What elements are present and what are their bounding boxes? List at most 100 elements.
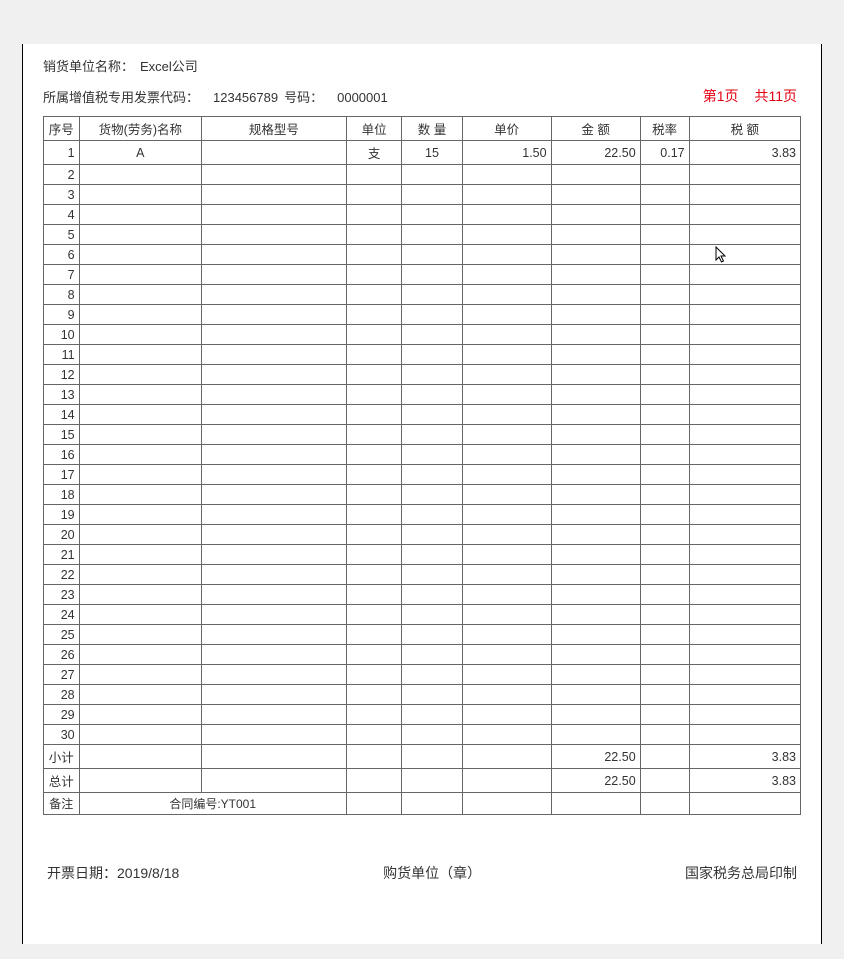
cell-name — [79, 485, 201, 505]
cell-price — [462, 305, 551, 325]
cell-amount — [551, 365, 640, 385]
cell-seq: 2 — [44, 165, 80, 185]
table-row: 14 — [44, 405, 801, 425]
cell-unit — [346, 665, 402, 685]
issuer: 国家税务总局印制 — [685, 863, 797, 883]
cell-unit — [346, 465, 402, 485]
cell-qty — [402, 685, 462, 705]
cell-unit — [346, 585, 402, 605]
cell-qty — [402, 585, 462, 605]
table-row: 3 — [44, 185, 801, 205]
cell-unit — [346, 685, 402, 705]
cell-rate — [640, 405, 689, 425]
table-row: 12 — [44, 365, 801, 385]
cell-rate — [640, 705, 689, 725]
cell-rate — [640, 645, 689, 665]
table-row: 23 — [44, 585, 801, 605]
cell-spec — [202, 405, 347, 425]
cell-tax — [689, 605, 800, 625]
cell-price — [462, 725, 551, 745]
cell-tax — [689, 305, 800, 325]
cell-rate — [640, 485, 689, 505]
cell-unit — [346, 645, 402, 665]
cell-rate — [640, 325, 689, 345]
cell-seq: 19 — [44, 505, 80, 525]
cell-rate — [640, 225, 689, 245]
cell-tax — [689, 185, 800, 205]
table-row: 21 — [44, 545, 801, 565]
date-label: 开票日期： — [47, 865, 117, 881]
table-row: 28 — [44, 685, 801, 705]
cell-qty — [402, 605, 462, 625]
cell-spec — [202, 665, 347, 685]
subtotal-label: 小计 — [44, 745, 80, 769]
invoice-code-row: 所属增值税专用发票代码： 123456789 号码： 0000001 — [43, 87, 801, 106]
buyer-stamp: 购货单位（章） — [383, 863, 481, 883]
cell-amount — [551, 725, 640, 745]
cell-rate — [640, 345, 689, 365]
invoice-code-value: 123456789 — [213, 90, 278, 105]
cell-tax — [689, 545, 800, 565]
cell-tax — [689, 165, 800, 185]
cell-rate — [640, 165, 689, 185]
table-row: 6 — [44, 245, 801, 265]
cell-amount — [551, 305, 640, 325]
cell-spec — [202, 385, 347, 405]
cell-price: 1.50 — [462, 141, 551, 165]
cell-amount — [551, 485, 640, 505]
cell-qty — [402, 185, 462, 205]
cell-unit — [346, 725, 402, 745]
cell-qty — [402, 465, 462, 485]
cell-spec — [202, 585, 347, 605]
total-label: 总计 — [44, 769, 80, 793]
cell-tax — [689, 225, 800, 245]
cell-amount — [551, 665, 640, 685]
table-row: 26 — [44, 645, 801, 665]
cell-tax — [689, 625, 800, 645]
cell-unit — [346, 365, 402, 385]
cell-rate — [640, 185, 689, 205]
remark-label: 备注 — [44, 793, 80, 815]
footer: 开票日期：2019/8/18 购货单位（章） 国家税务总局印制 — [43, 863, 801, 883]
sales-unit-label: 销货单位名称： — [43, 56, 134, 75]
col-name: 货物(劳务)名称 — [79, 117, 201, 141]
sales-unit-row: 销货单位名称： Excel公司 — [43, 56, 801, 75]
cell-tax — [689, 445, 800, 465]
cell-name — [79, 165, 201, 185]
cell-qty — [402, 565, 462, 585]
cell-unit — [346, 265, 402, 285]
cell-name — [79, 405, 201, 425]
cell-rate — [640, 385, 689, 405]
cell-unit — [346, 285, 402, 305]
cell-spec — [202, 225, 347, 245]
cell-seq: 18 — [44, 485, 80, 505]
subtotal-amount: 22.50 — [551, 745, 640, 769]
cell-name — [79, 265, 201, 285]
cell-price — [462, 525, 551, 545]
cell-unit: 支 — [346, 141, 402, 165]
cell-spec — [202, 345, 347, 365]
page-current: 第1页 — [703, 88, 739, 104]
cell-rate — [640, 205, 689, 225]
cell-name — [79, 625, 201, 645]
cell-rate — [640, 245, 689, 265]
cell-spec — [202, 605, 347, 625]
cell-qty — [402, 505, 462, 525]
cell-spec — [202, 505, 347, 525]
cell-amount — [551, 385, 640, 405]
cell-spec — [202, 645, 347, 665]
cell-price — [462, 185, 551, 205]
cell-name — [79, 325, 201, 345]
cell-name — [79, 205, 201, 225]
cell-amount — [551, 705, 640, 725]
cell-spec — [202, 685, 347, 705]
cell-seq: 25 — [44, 625, 80, 645]
cell-rate — [640, 505, 689, 525]
cell-seq: 1 — [44, 141, 80, 165]
cell-seq: 22 — [44, 565, 80, 585]
cell-seq: 27 — [44, 665, 80, 685]
cell-qty — [402, 205, 462, 225]
cell-price — [462, 705, 551, 725]
cell-seq: 17 — [44, 465, 80, 485]
cell-tax — [689, 565, 800, 585]
